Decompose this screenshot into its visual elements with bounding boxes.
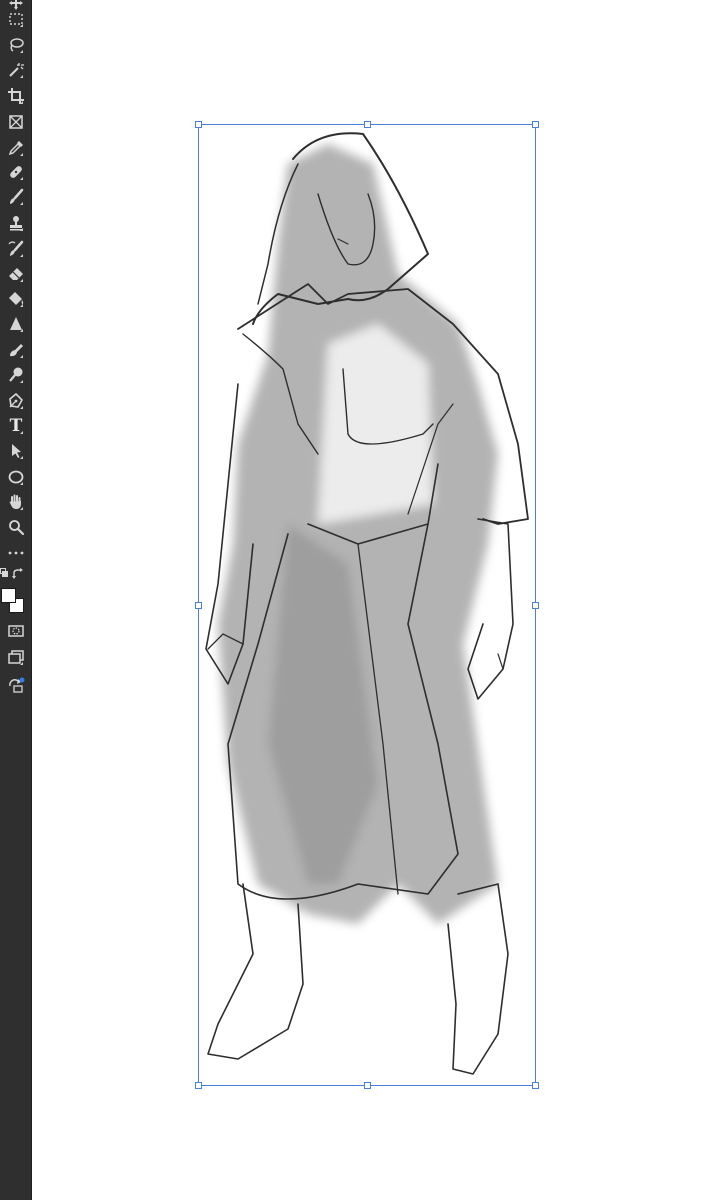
transform-handle-top-left[interactable] bbox=[195, 121, 202, 128]
transform-handle-top-right[interactable] bbox=[532, 121, 539, 128]
brush-tool[interactable] bbox=[0, 186, 32, 208]
screen-mode-button[interactable] bbox=[0, 646, 32, 668]
tool-group-indicator bbox=[20, 153, 23, 156]
tool-group-indicator bbox=[20, 406, 23, 409]
tool-group-indicator bbox=[20, 662, 23, 665]
transform-handle-bottom-left[interactable] bbox=[195, 1082, 202, 1089]
tool-group-indicator bbox=[20, 380, 23, 383]
color-swatches bbox=[0, 586, 32, 616]
tool-group-indicator bbox=[20, 304, 23, 307]
ellipse-tool[interactable] bbox=[0, 466, 32, 488]
smudge-tool[interactable] bbox=[0, 339, 32, 361]
content-aware-button[interactable] bbox=[0, 674, 32, 696]
tool-group-indicator bbox=[20, 254, 23, 257]
frame-icon bbox=[9, 115, 23, 129]
lasso-tool[interactable] bbox=[0, 34, 32, 56]
history-brush-tool[interactable] bbox=[0, 238, 32, 260]
zoom-icon bbox=[9, 520, 25, 536]
tool-group-indicator bbox=[20, 431, 23, 434]
transform-handle-middle-right[interactable] bbox=[532, 602, 539, 609]
type-tool[interactable]: T bbox=[0, 415, 32, 437]
pen-tool[interactable] bbox=[0, 390, 32, 412]
foreground-color-swatch[interactable] bbox=[1, 588, 16, 603]
paint-bucket-tool[interactable] bbox=[0, 288, 32, 310]
transform-bounding-box[interactable] bbox=[195, 121, 539, 1089]
dodge-tool[interactable] bbox=[0, 364, 32, 386]
quick-mask-icon bbox=[8, 625, 24, 637]
edit-toolbar-button[interactable] bbox=[0, 541, 32, 563]
clone-stamp-tool[interactable] bbox=[0, 212, 32, 234]
tool-group-indicator bbox=[20, 202, 23, 205]
eraser-tool[interactable] bbox=[0, 263, 32, 285]
tool-group-indicator bbox=[20, 482, 23, 485]
zoom-tool[interactable] bbox=[0, 516, 32, 538]
frame-tool[interactable] bbox=[0, 111, 32, 133]
hand-tool[interactable] bbox=[0, 491, 32, 513]
healing-brush-tool[interactable] bbox=[0, 161, 32, 183]
tool-group-indicator bbox=[20, 177, 23, 180]
default-colors-icon[interactable] bbox=[0, 568, 8, 578]
tool-group-indicator bbox=[20, 456, 23, 459]
tools-panel: T bbox=[0, 0, 32, 1200]
content-aware-icon bbox=[9, 677, 25, 693]
crop-tool[interactable] bbox=[0, 85, 32, 107]
tool-group-indicator bbox=[20, 24, 23, 27]
tool-group-indicator bbox=[20, 355, 23, 358]
marquee-tool[interactable] bbox=[0, 8, 32, 30]
tool-group-indicator bbox=[20, 228, 23, 231]
transform-handle-top-center[interactable] bbox=[364, 121, 371, 128]
more-icon bbox=[8, 551, 24, 555]
blur-tool[interactable] bbox=[0, 313, 32, 335]
tool-group-indicator bbox=[20, 329, 23, 332]
tool-group-indicator bbox=[20, 507, 23, 510]
transform-handle-bottom-right[interactable] bbox=[532, 1082, 539, 1089]
magic-wand-tool[interactable] bbox=[0, 59, 32, 81]
tool-group-indicator bbox=[20, 75, 23, 78]
transform-handle-bottom-center[interactable] bbox=[364, 1082, 371, 1089]
swap-colors-icon[interactable] bbox=[12, 568, 24, 580]
path-selection-tool[interactable] bbox=[0, 440, 32, 462]
tool-group-indicator bbox=[20, 50, 23, 53]
eyedropper-tool[interactable] bbox=[0, 137, 32, 159]
tool-group-indicator bbox=[20, 279, 23, 282]
transform-handle-middle-left[interactable] bbox=[195, 602, 202, 609]
quick-mask-button[interactable] bbox=[0, 620, 32, 642]
tool-group-indicator bbox=[20, 101, 23, 104]
color-controls bbox=[0, 566, 32, 584]
